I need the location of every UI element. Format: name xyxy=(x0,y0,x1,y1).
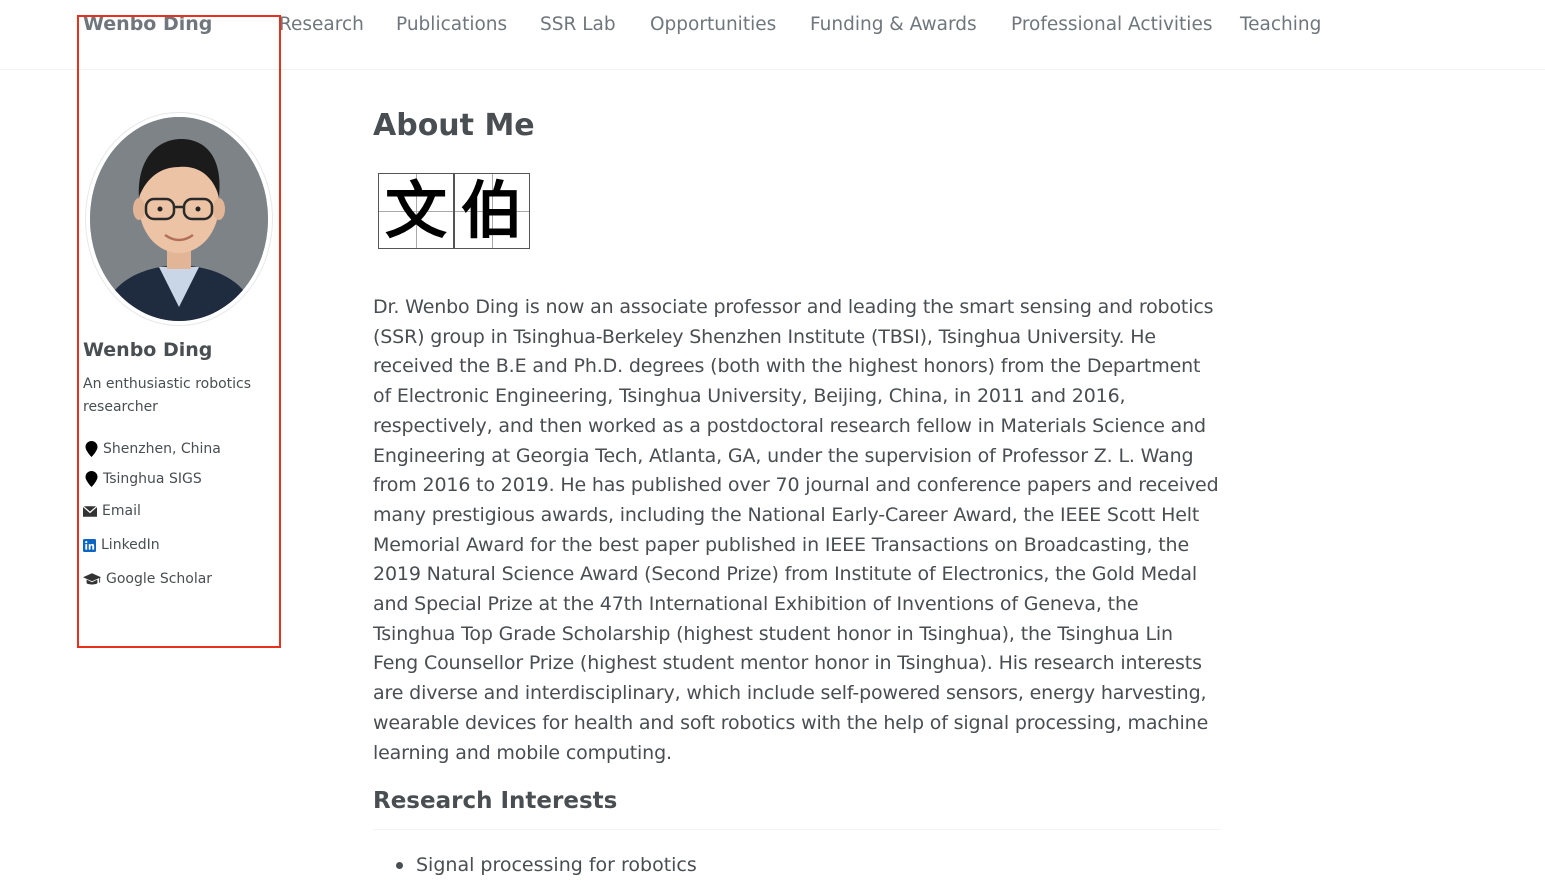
email-link-label: Email xyxy=(102,503,141,519)
research-interests-list: Signal processing for robotics xyxy=(373,850,697,880)
nav-link-professional-activities[interactable]: Professional Activities xyxy=(1011,14,1212,35)
research-interests-heading: Research Interests xyxy=(373,788,618,814)
google-scholar-link[interactable]: Google Scholar xyxy=(83,571,212,587)
highlight-box xyxy=(77,15,281,648)
nav-link-publications[interactable]: Publications xyxy=(396,14,507,35)
location-pin-icon xyxy=(85,471,98,487)
graduation-cap-icon xyxy=(83,572,101,586)
nav-link-teaching[interactable]: Teaching xyxy=(1240,14,1321,35)
email-link[interactable]: Email xyxy=(83,503,141,519)
nav-link-funding-awards[interactable]: Funding & Awards xyxy=(810,14,977,35)
author-employer-label: Tsinghua SIGS xyxy=(103,471,202,487)
linkedin-link-label: LinkedIn xyxy=(101,537,160,553)
author-avatar xyxy=(90,117,268,321)
author-name: Wenbo Ding xyxy=(83,339,213,361)
page-title: About Me xyxy=(373,108,535,143)
calligraphy-character: 文 xyxy=(378,173,454,249)
author-employer: Tsinghua SIGS xyxy=(85,471,202,487)
author-portrait-image xyxy=(90,117,268,321)
envelope-icon xyxy=(83,505,97,517)
linkedin-link[interactable]: LinkedIn xyxy=(83,537,160,553)
author-location-label: Shenzhen, China xyxy=(103,441,221,457)
nav-link-ssr-lab[interactable]: SSR Lab xyxy=(540,14,616,35)
linkedin-icon xyxy=(83,538,96,552)
site-title-link[interactable]: Wenbo Ding xyxy=(83,13,212,35)
masthead: Wenbo Ding Research Publications SSR Lab… xyxy=(0,0,1545,70)
bio-paragraph: Dr. Wenbo Ding is now an associate profe… xyxy=(373,296,1219,764)
author-location: Shenzhen, China xyxy=(85,441,221,457)
calligraphy-character: 伯 xyxy=(454,173,530,249)
section-divider xyxy=(373,829,1221,830)
calligraphy-name-image: 文 伯 xyxy=(378,173,530,249)
author-bio: An enthusiastic robotics researcher xyxy=(83,376,252,415)
location-pin-icon xyxy=(85,441,98,457)
nav-link-research[interactable]: Research xyxy=(279,14,364,35)
list-item: Signal processing for robotics xyxy=(373,850,697,880)
google-scholar-link-label: Google Scholar xyxy=(106,571,213,587)
author-avatar-frame xyxy=(85,112,273,326)
nav-link-opportunities[interactable]: Opportunities xyxy=(650,14,776,35)
